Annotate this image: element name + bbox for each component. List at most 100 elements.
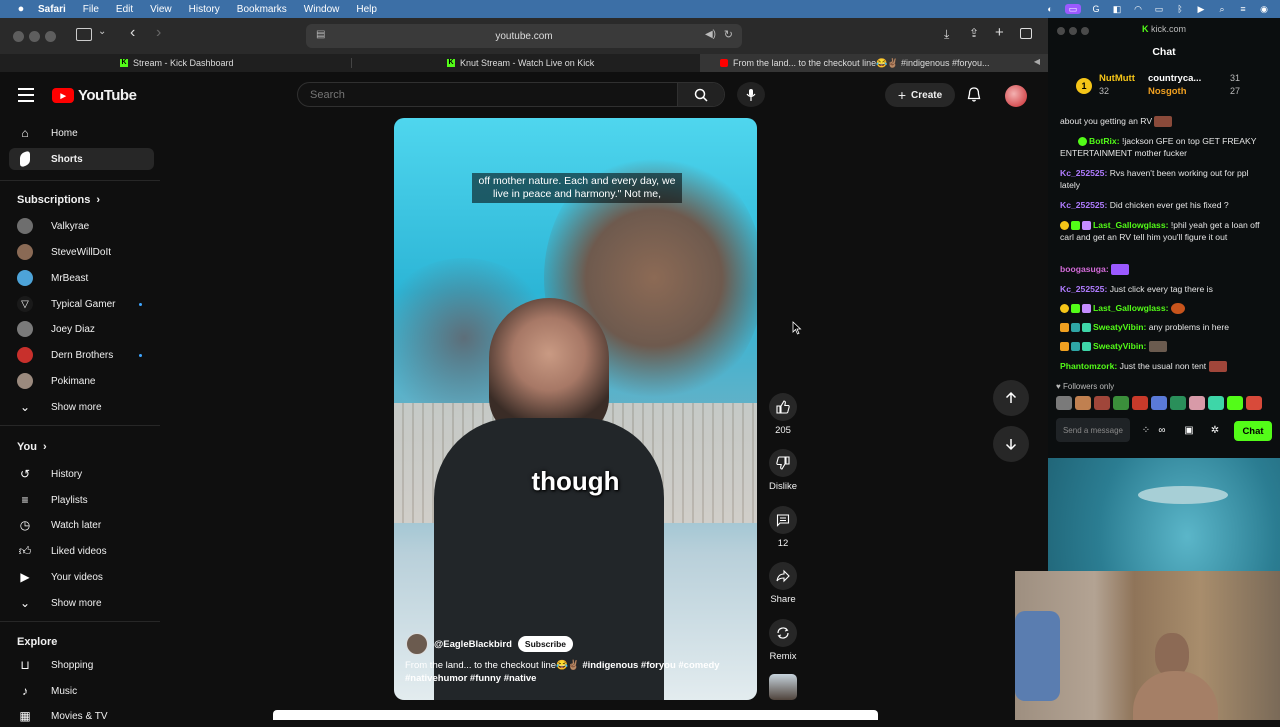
sidebar-item-history[interactable]: ↺ History	[9, 463, 154, 485]
chat-username[interactable]: Kc_252525:	[1060, 200, 1107, 210]
sound-thumbnail[interactable]	[769, 674, 797, 700]
tab-knut-stream[interactable]: K Knut Stream - Watch Live on Kick	[447, 54, 594, 72]
top-gifter-1[interactable]: 1 NutMutt 32	[1076, 72, 1135, 98]
menu-file[interactable]: File	[83, 4, 99, 15]
emote-icon[interactable]	[1113, 396, 1129, 410]
short-video-player[interactable]	[394, 118, 757, 700]
remix-button[interactable]: Remix	[766, 619, 800, 662]
create-button[interactable]: + Create	[885, 83, 955, 107]
infinity-icon[interactable]: ∞	[1156, 425, 1168, 437]
chat-message-input[interactable]: Send a message	[1056, 418, 1130, 442]
chat-username[interactable]: Kc_252525:	[1060, 168, 1107, 178]
channel-name[interactable]: @EagleBlackbird	[434, 639, 512, 650]
previous-short-button[interactable]	[993, 380, 1029, 416]
next-short-button[interactable]	[993, 426, 1029, 462]
chevron-down-icon[interactable]: ⌄	[98, 26, 106, 37]
gift-icon[interactable]: ▣	[1183, 425, 1195, 437]
sidebar-item-mrbeast[interactable]: MrBeast	[9, 267, 154, 289]
sidebar-item-home[interactable]: ⌂ Home	[9, 122, 154, 144]
chat-username[interactable]: SweatyVibin:	[1093, 341, 1146, 351]
menu-icon[interactable]	[18, 88, 34, 102]
notifications-bell-icon[interactable]	[965, 86, 983, 104]
emote-icon[interactable]	[1208, 396, 1224, 410]
battery-icon[interactable]: ▭	[1153, 4, 1165, 14]
reload-icon[interactable]: ↻	[724, 28, 733, 41]
emote-icon[interactable]	[1170, 396, 1186, 410]
sidebar-item-shorts[interactable]: Shorts	[9, 148, 154, 170]
emote-icon[interactable]	[1075, 396, 1091, 410]
show-more-you[interactable]: ⌄ Show more	[9, 592, 154, 614]
chat-username[interactable]: BotRix:	[1089, 136, 1120, 146]
window-minimize-button[interactable]	[29, 31, 40, 42]
search-spotlight-icon[interactable]: ⌕	[1216, 4, 1228, 14]
siri-icon[interactable]: ◉	[1258, 4, 1270, 14]
sidebar-item-movies-tv[interactable]: ▦ Movies & TV	[9, 705, 154, 727]
apple-menu-icon[interactable]: ●	[14, 3, 28, 15]
menu-history[interactable]: History	[189, 4, 220, 15]
sidebar-item-joey-diaz[interactable]: Joey Diaz	[9, 318, 154, 340]
dislike-button[interactable]: Dislike	[766, 449, 800, 492]
sidebar-item-pokimane[interactable]: Pokimane	[9, 370, 154, 392]
status-app-icon[interactable]: ◐	[1044, 4, 1056, 14]
window-zoom-button[interactable]	[45, 31, 56, 42]
menu-bookmarks[interactable]: Bookmarks	[237, 4, 287, 15]
search-input[interactable]	[308, 88, 672, 102]
sidebar-item-valkyrae[interactable]: Valkyrae	[9, 215, 154, 237]
chat-username[interactable]: Phantomzork:	[1060, 361, 1117, 371]
account-avatar[interactable]	[1005, 85, 1027, 107]
menu-app-name[interactable]: Safari	[38, 4, 66, 15]
youtube-logo[interactable]: ▶ YouTube	[52, 87, 137, 104]
address-bar[interactable]: ▤ youtube.com ◀︎) ↻	[306, 24, 742, 48]
wifi-icon[interactable]: ◠	[1132, 4, 1144, 14]
audio-icon[interactable]: ◀︎)	[705, 29, 716, 40]
emote-icon[interactable]	[1132, 396, 1148, 410]
page-settings-icon[interactable]: ▤	[316, 29, 325, 40]
send-chat-button[interactable]: Chat	[1234, 421, 1272, 441]
top-gifter-2[interactable]: countryca... Nosgoth	[1148, 72, 1201, 98]
sidebar-item-watch-later[interactable]: ◷ Watch later	[9, 514, 154, 536]
chat-username[interactable]: SweatyVibin:	[1093, 322, 1146, 332]
tab-audio-icon[interactable]: ◀︎	[1034, 57, 1040, 66]
share-icon[interactable]: ⇪	[969, 26, 979, 40]
voice-search-button[interactable]	[737, 82, 765, 107]
window-close-button[interactable]	[13, 31, 24, 42]
chat-username[interactable]: Kc_252525:	[1060, 284, 1107, 294]
emote-icon[interactable]	[1151, 396, 1167, 410]
subscribe-button[interactable]: Subscribe	[517, 636, 574, 652]
download-icon[interactable]: ⤓	[944, 27, 949, 42]
menu-view[interactable]: View	[150, 4, 172, 15]
chat-username[interactable]: Last_Gallowglass:	[1093, 303, 1168, 313]
forward-button[interactable]: ›	[156, 24, 161, 42]
emote-icon[interactable]	[1246, 396, 1262, 410]
chat-username[interactable]: boogasuga:	[1060, 264, 1109, 274]
emote-icon[interactable]	[1227, 396, 1243, 410]
sidebar-item-music[interactable]: ♪ Music	[9, 680, 154, 702]
new-tab-icon[interactable]: +	[995, 24, 1004, 41]
sidebar-item-playlists[interactable]: ≡ Playlists	[9, 489, 154, 511]
tab-kick-dashboard[interactable]: K Stream - Kick Dashboard	[120, 54, 234, 72]
emote-picker-icon[interactable]: ⁘	[1140, 425, 1152, 437]
sidebar-item-liked-videos[interactable]: 👍︎ Liked videos	[9, 540, 154, 562]
control-center-icon[interactable]: ≡	[1237, 4, 1249, 14]
sidebar-item-stevewilldoit[interactable]: SteveWillDoIt	[9, 241, 154, 263]
sidebar-item-dern-brothers[interactable]: Dern Brothers	[9, 344, 154, 366]
tab-overview-icon[interactable]	[1020, 28, 1032, 39]
menu-window[interactable]: Window	[304, 4, 340, 15]
like-button[interactable]: 205	[766, 393, 800, 436]
play-status-icon[interactable]: ▶	[1195, 4, 1207, 14]
back-button[interactable]: ‹	[130, 24, 135, 42]
grammarly-icon[interactable]: G	[1090, 4, 1102, 14]
show-more-subscriptions[interactable]: ⌄ Show more	[9, 396, 154, 418]
search-button[interactable]	[677, 83, 724, 106]
comments-button[interactable]: 12	[766, 506, 800, 549]
menu-help[interactable]: Help	[356, 4, 377, 15]
extension-icon[interactable]: ◧	[1111, 4, 1123, 14]
screen-record-icon[interactable]: ▭	[1065, 4, 1081, 14]
emote-icon[interactable]	[1056, 396, 1072, 410]
channel-avatar[interactable]	[406, 633, 428, 655]
settings-gear-icon[interactable]: ✲	[1209, 425, 1221, 437]
sidebar-item-your-videos[interactable]: ▶ Your videos	[9, 566, 154, 588]
menu-edit[interactable]: Edit	[116, 4, 133, 15]
emote-icon[interactable]	[1094, 396, 1110, 410]
sidebar-item-typical-gamer[interactable]: ▽ Typical Gamer	[9, 293, 154, 315]
